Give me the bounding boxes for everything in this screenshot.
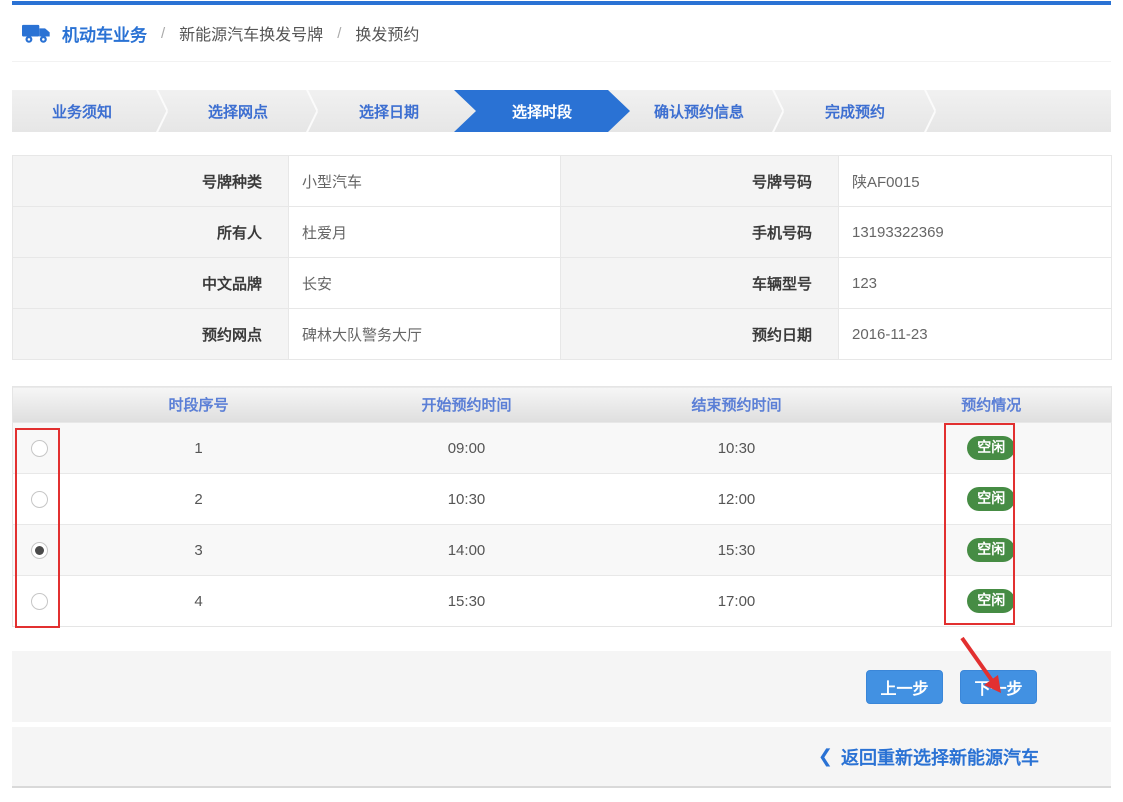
actions-panel: 上一步 下一步 — [12, 651, 1111, 722]
breadcrumb-separator: / — [337, 25, 341, 42]
slot-end-time: 12:00 — [602, 474, 872, 525]
tab-business-notice[interactable]: 业务须知 — [12, 90, 152, 132]
table-header-row: 时段序号 开始预约时间 结束预约时间 预约情况 — [13, 387, 1112, 423]
timeslot-table: 时段序号 开始预约时间 结束预约时间 预约情况 1 09:00 10:30 空闲… — [12, 386, 1112, 627]
status-badge: 空闲 — [967, 487, 1015, 511]
info-value: 杜爱月 — [289, 207, 561, 258]
table-row: 2 10:30 12:00 空闲 — [13, 474, 1112, 525]
tab-select-date[interactable]: 选择日期 — [324, 90, 454, 132]
info-label: 预约日期 — [561, 309, 839, 360]
col-header-start: 开始预约时间 — [332, 387, 602, 423]
chevron-separator-icon — [152, 90, 174, 132]
breadcrumb-separator: / — [161, 25, 165, 42]
info-label: 号牌号码 — [561, 156, 839, 207]
slot-radio[interactable] — [31, 491, 48, 508]
table-row: 3 14:00 15:30 空闲 — [13, 525, 1112, 576]
table-row: 所有人 杜爱月 手机号码 13193322369 — [13, 207, 1112, 258]
back-panel: ❮ 返回重新选择新能源汽车 — [12, 727, 1111, 788]
info-label: 号牌种类 — [13, 156, 289, 207]
slot-seq: 1 — [66, 423, 332, 474]
table-row: 预约网点 碑林大队警务大厅 预约日期 2016-11-23 — [13, 309, 1112, 360]
slot-seq: 4 — [66, 576, 332, 627]
chevron-separator-icon — [920, 90, 942, 132]
slot-start-time: 10:30 — [332, 474, 602, 525]
info-label: 所有人 — [13, 207, 289, 258]
slot-seq: 2 — [66, 474, 332, 525]
vehicle-info-table: 号牌种类 小型汽车 号牌号码 陕AF0015 所有人 杜爱月 手机号码 1319… — [12, 155, 1112, 360]
status-badge: 空闲 — [967, 589, 1015, 613]
info-value: 2016-11-23 — [839, 309, 1112, 360]
slot-radio[interactable] — [31, 440, 48, 457]
back-link-label: 返回重新选择新能源汽车 — [841, 744, 1039, 770]
step-tabs: 业务须知 选择网点 选择日期 选择时段 确认预约信息 完成预约 — [12, 90, 1111, 132]
breadcrumb-item-current: 换发预约 — [355, 21, 419, 45]
slot-start-time: 14:00 — [332, 525, 602, 576]
breadcrumb: 机动车业务 / 新能源汽车换发号牌 / 换发预约 — [12, 5, 1111, 62]
chevron-separator-icon — [302, 90, 324, 132]
col-header-seq: 时段序号 — [66, 387, 332, 423]
breadcrumb-item-plate-replacement[interactable]: 新能源汽车换发号牌 — [179, 21, 323, 45]
slot-end-time: 15:30 — [602, 525, 872, 576]
col-header-end: 结束预约时间 — [602, 387, 872, 423]
tab-complete[interactable]: 完成预约 — [790, 90, 920, 132]
info-label: 手机号码 — [561, 207, 839, 258]
slot-end-time: 10:30 — [602, 423, 872, 474]
table-row: 1 09:00 10:30 空闲 — [13, 423, 1112, 474]
slot-radio[interactable] — [31, 542, 48, 559]
chevron-separator-icon — [768, 90, 790, 132]
tab-confirm-info[interactable]: 确认预约信息 — [630, 90, 768, 132]
info-value: 陕AF0015 — [839, 156, 1112, 207]
tab-select-timeslot[interactable]: 选择时段 — [454, 90, 630, 132]
truck-icon — [22, 21, 52, 45]
info-label: 车辆型号 — [561, 258, 839, 309]
table-row: 4 15:30 17:00 空闲 — [13, 576, 1112, 627]
radio-column-header — [13, 387, 66, 423]
table-row: 号牌种类 小型汽车 号牌号码 陕AF0015 — [13, 156, 1112, 207]
back-to-vehicle-selection-link[interactable]: ❮ 返回重新选择新能源汽车 — [818, 744, 1039, 770]
next-step-button[interactable]: 下一步 — [960, 670, 1037, 704]
table-row: 中文品牌 长安 车辆型号 123 — [13, 258, 1112, 309]
slot-radio[interactable] — [31, 593, 48, 610]
status-badge: 空闲 — [967, 436, 1015, 460]
info-value: 小型汽车 — [289, 156, 561, 207]
info-label: 预约网点 — [13, 309, 289, 360]
info-value: 长安 — [289, 258, 561, 309]
info-value: 123 — [839, 258, 1112, 309]
slot-seq: 3 — [66, 525, 332, 576]
status-badge: 空闲 — [967, 538, 1015, 562]
info-value: 13193322369 — [839, 207, 1112, 258]
breadcrumb-item-vehicle-services[interactable]: 机动车业务 — [62, 21, 147, 46]
previous-step-button[interactable]: 上一步 — [866, 670, 943, 704]
col-header-status: 预约情况 — [872, 387, 1112, 423]
info-value: 碑林大队警务大厅 — [289, 309, 561, 360]
tab-select-branch[interactable]: 选择网点 — [174, 90, 302, 132]
slot-end-time: 17:00 — [602, 576, 872, 627]
info-label: 中文品牌 — [13, 258, 289, 309]
slot-start-time: 15:30 — [332, 576, 602, 627]
slot-start-time: 09:00 — [332, 423, 602, 474]
chevron-left-icon: ❮ — [818, 746, 833, 767]
tabbar-filler — [942, 90, 1111, 132]
